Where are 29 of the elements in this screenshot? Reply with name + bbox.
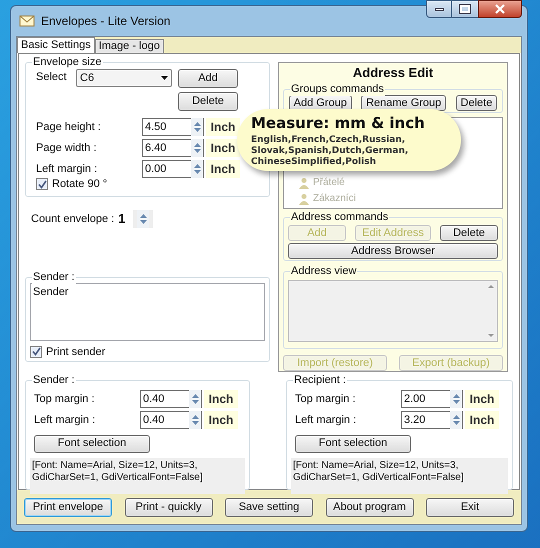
- field-label: Top margin :: [34, 392, 96, 407]
- unit-label: Inch: [204, 411, 238, 429]
- checkbox-label: Rotate 90 °: [52, 177, 108, 192]
- field-label: Left margin :: [36, 162, 98, 177]
- group-title: Groups commands: [290, 82, 385, 96]
- unit-label: Inch: [206, 139, 240, 157]
- unit-label: Inch: [206, 118, 240, 136]
- unit-label: Inch: [465, 411, 499, 429]
- callout-text: English,French,Czech,Russian, Slovak,Spanish,Dutch,German, ChineseSimplified,Polish: [251, 135, 410, 168]
- field-label: Left margin :: [34, 412, 96, 428]
- group-title: Sender :: [32, 270, 76, 284]
- panel-title: Address Edit: [352, 65, 434, 81]
- font-info-text: [Font: Name=Arial, Size=12, Units=3, GdiCharSet=1, GdiVerticalFont=False]: [30, 458, 245, 494]
- window-title: Envelopes - Lite Version: [41, 13, 170, 30]
- count-value: 1: [118, 210, 126, 228]
- unit-label: Inch: [465, 390, 499, 408]
- field-label: Top margin :: [295, 392, 357, 407]
- group-title: Recipient :: [293, 373, 347, 387]
- field-label: Left margin :: [295, 412, 358, 428]
- field-label: Page width :: [36, 140, 98, 156]
- select-label: Select: [36, 70, 68, 85]
- callout-title: Measure: mm & inch: [251, 114, 426, 132]
- field-label: Page height :: [36, 120, 102, 135]
- unit-label: Inch: [206, 160, 240, 178]
- unit-label: Inch: [204, 390, 238, 408]
- group-title: Envelope size: [32, 55, 102, 69]
- font-info-text: [Font: Name=Arial, Size=12, Units=3, GdiCharSet=1, GdiVerticalFont=False]: [291, 458, 508, 494]
- count-label: Count envelope :: [31, 212, 114, 226]
- checkbox-label: Print sender: [46, 344, 106, 360]
